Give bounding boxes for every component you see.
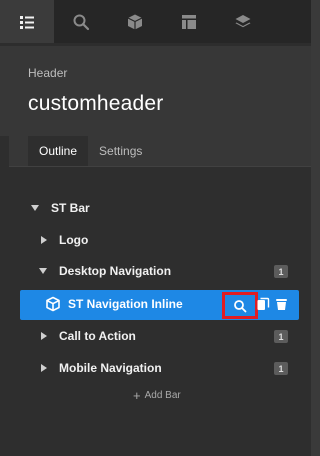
- chevron-down-icon[interactable]: [31, 205, 39, 211]
- chevron-down-icon[interactable]: [39, 268, 47, 274]
- search-icon: [73, 14, 90, 30]
- tree-item-st-bar[interactable]: ST Bar: [31, 198, 90, 218]
- tab-settings[interactable]: Settings: [88, 136, 153, 166]
- tree-item-mobile-navigation[interactable]: Mobile Navigation: [40, 358, 162, 378]
- trash-icon[interactable]: [275, 297, 288, 311]
- search-icon: [234, 299, 247, 312]
- tree-item-label: Logo: [59, 233, 89, 247]
- tree-item-logo[interactable]: Logo: [40, 230, 88, 250]
- tree-item-desktop-navigation[interactable]: Desktop Navigation: [39, 261, 171, 281]
- layers-icon: [235, 14, 251, 27]
- tree-item-label: ST Bar: [51, 201, 90, 215]
- tree-item-label: Call to Action: [59, 329, 136, 343]
- list-icon: [20, 15, 34, 29]
- outline-divider: [9, 166, 311, 167]
- element-title: customheader: [28, 92, 164, 115]
- child-count-badge: 1: [274, 330, 288, 343]
- panel-tabs: Outline Settings: [28, 136, 153, 166]
- tab-search[interactable]: [54, 0, 108, 43]
- cube-icon: [46, 296, 60, 312]
- add-bar-button[interactable]: + Add Bar: [133, 387, 181, 403]
- tab-layers[interactable]: [216, 0, 270, 43]
- cube-icon: [127, 14, 143, 29]
- tree-item-label: ST Navigation Inline: [68, 297, 183, 311]
- tab-layout[interactable]: [162, 0, 216, 43]
- chevron-right-icon[interactable]: [41, 236, 47, 244]
- tab-outline-icon[interactable]: [0, 0, 54, 43]
- tree-item-call-to-action[interactable]: Call to Action: [40, 326, 136, 346]
- layout-icon: [182, 14, 196, 29]
- chevron-right-icon[interactable]: [41, 364, 47, 372]
- child-count-badge: 1: [274, 265, 288, 278]
- element-type-label: Header: [28, 66, 68, 80]
- tab-outline[interactable]: Outline: [28, 136, 89, 166]
- left-edge-strip: [0, 136, 9, 456]
- inspect-button[interactable]: [222, 292, 258, 319]
- copy-icon[interactable]: [256, 297, 270, 311]
- plus-icon: +: [133, 387, 141, 403]
- tree-item-label: Mobile Navigation: [59, 361, 162, 375]
- chevron-right-icon[interactable]: [41, 332, 47, 340]
- add-bar-label: Add Bar: [144, 389, 181, 401]
- child-count-badge: 1: [274, 362, 288, 375]
- top-toolbar: [0, 0, 311, 43]
- tree-item-label: Desktop Navigation: [59, 264, 172, 278]
- tab-elements[interactable]: [108, 0, 162, 43]
